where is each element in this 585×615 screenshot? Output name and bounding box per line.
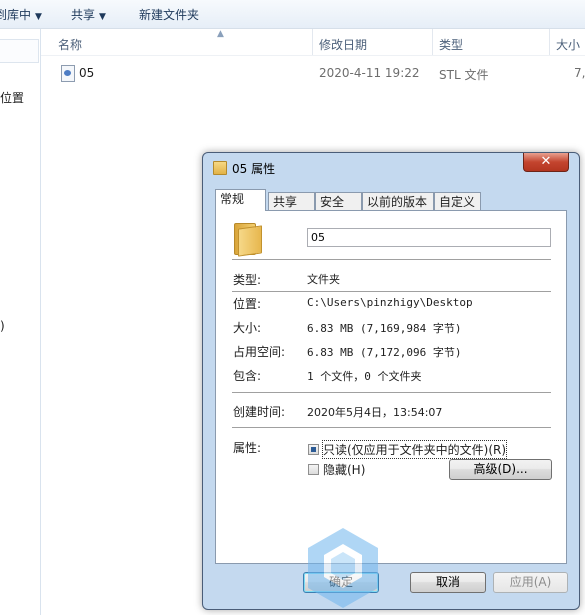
divider: [232, 291, 551, 293]
apply-button[interactable]: 应用(A): [493, 572, 568, 593]
contains-value: 1 个文件，0 个文件夹: [307, 370, 422, 383]
close-button[interactable]: ✕: [523, 153, 569, 172]
hidden-label[interactable]: 隐藏(H): [323, 461, 365, 478]
chevron-down-icon: ▼: [35, 12, 42, 22]
nav-item-location[interactable]: 位置: [0, 89, 24, 106]
file-modified: 2020-4-11 19:22: [319, 66, 420, 80]
general-tab-panel: 类型: 文件夹 位置: C:\Users\pinzhigy\Desktop 大小…: [215, 210, 567, 564]
readonly-checkbox[interactable]: [308, 444, 319, 455]
type-label: 类型:: [233, 273, 262, 287]
dialog-title: 05 属性: [232, 162, 276, 176]
include-in-library-label: 到库中: [0, 8, 32, 22]
disk-size-value: 6.83 MB (7,172,096 字节): [307, 346, 462, 359]
tab-customize[interactable]: 自定义: [434, 192, 481, 210]
share-button[interactable]: 共享 ▼: [71, 6, 106, 23]
share-label: 共享: [71, 8, 96, 22]
divider: [232, 392, 551, 394]
new-folder-button[interactable]: 新建文件夹: [139, 6, 199, 23]
column-header: ▲ 名称 修改日期 类型 大小: [41, 29, 585, 56]
column-size[interactable]: 大小: [556, 36, 580, 53]
column-divider[interactable]: [312, 29, 313, 55]
location-value: C:\Users\pinzhigy\Desktop: [307, 296, 473, 309]
explorer-toolbar: 到库中 ▼ 共享 ▼ 新建文件夹: [0, 0, 585, 29]
properties-dialog: 05 属性 ✕ 常规 共享 安全 以前的版本 自定义 类型: 文件夹 位置: C…: [202, 152, 580, 610]
dialog-titlebar[interactable]: 05 属性 ✕: [203, 153, 579, 181]
attributes-label: 属性:: [233, 441, 262, 455]
column-divider[interactable]: [432, 29, 433, 55]
file-name: 05: [79, 66, 95, 80]
file-size: 7,: [574, 66, 585, 80]
folder-icon: [234, 223, 262, 257]
type-value: 文件夹: [307, 273, 340, 286]
tab-security[interactable]: 安全: [315, 192, 362, 210]
disk-size-label: 占用空间:: [233, 345, 286, 359]
navigation-pane: 位置 ): [0, 29, 41, 615]
stl-file-icon: [61, 65, 75, 82]
ok-button[interactable]: 确定: [303, 572, 379, 593]
column-name[interactable]: 名称: [58, 36, 82, 53]
sort-up-icon: ▲: [217, 29, 224, 39]
file-list-row[interactable]: 05 2020-4-11 19:22 STL 文件 7,: [41, 62, 585, 84]
folder-icon: [213, 161, 227, 175]
divider: [232, 259, 551, 261]
column-type[interactable]: 类型: [439, 36, 463, 53]
hidden-checkbox[interactable]: [308, 464, 319, 475]
file-type: STL 文件: [439, 68, 489, 82]
cancel-button[interactable]: 取消: [410, 572, 486, 593]
chevron-down-icon: ▼: [99, 12, 106, 22]
tab-general[interactable]: 常规: [215, 189, 266, 211]
close-icon: ✕: [540, 154, 552, 169]
nav-search-box[interactable]: [0, 39, 39, 63]
created-value: 2020年5月4日，13:54:07: [307, 406, 443, 419]
folder-name-input[interactable]: [307, 228, 551, 247]
divider: [232, 427, 551, 429]
include-in-library-button[interactable]: 到库中 ▼: [0, 6, 42, 23]
nav-item-truncated[interactable]: ): [0, 319, 5, 333]
size-value: 6.83 MB (7,169,984 字节): [307, 322, 462, 335]
tab-sharing[interactable]: 共享: [268, 192, 315, 210]
advanced-button[interactable]: 高级(D)...: [449, 459, 552, 480]
readonly-label[interactable]: 只读(仅应用于文件夹中的文件)(R): [321, 440, 508, 459]
location-label: 位置:: [233, 297, 262, 311]
column-divider[interactable]: [549, 29, 550, 55]
tab-previous-versions[interactable]: 以前的版本: [362, 192, 434, 210]
column-modified[interactable]: 修改日期: [319, 36, 367, 53]
contains-label: 包含:: [233, 369, 262, 383]
created-label: 创建时间:: [233, 405, 286, 419]
size-label: 大小:: [233, 321, 262, 335]
